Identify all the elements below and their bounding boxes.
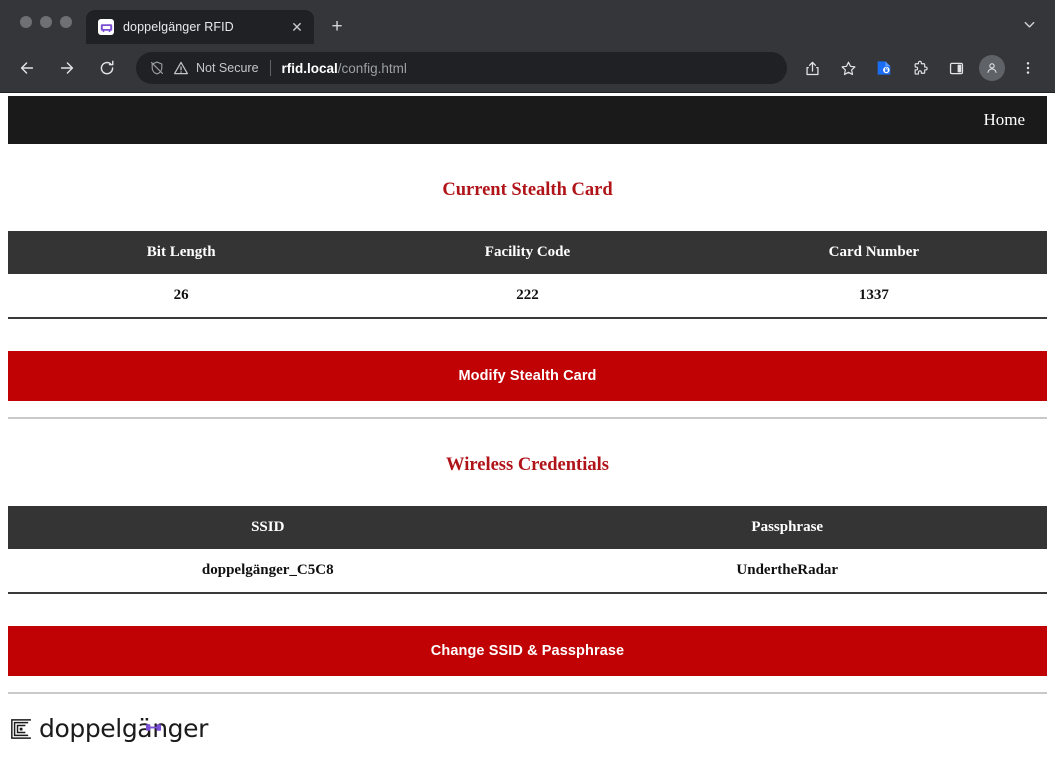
new-tab-button[interactable]: +	[323, 13, 351, 41]
tracking-protection-off-icon[interactable]	[148, 60, 165, 77]
side-panel-icon[interactable]	[941, 53, 971, 83]
rfid-coil-logo-icon	[10, 718, 32, 740]
bookmark-star-icon[interactable]	[833, 53, 863, 83]
stealth-card-table-wrap: Bit Length Facility Code Card Number 26 …	[8, 231, 1047, 319]
url-host: rfid.local	[281, 60, 338, 76]
window-maximize-button[interactable]	[60, 16, 72, 28]
browser-tab-active[interactable]: doppelgänger RFID ✕	[86, 10, 314, 44]
change-ssid-passphrase-button[interactable]: Change SSID & Passphrase	[8, 626, 1047, 676]
rfid-config-page: Home Current Stealth Card Bit Length Fac…	[0, 96, 1055, 778]
address-bar[interactable]: Not Secure rfid.local/config.html	[136, 52, 787, 84]
cell-ssid: doppelgänger_C5C8	[8, 549, 528, 594]
nav-link-home[interactable]: Home	[983, 110, 1025, 130]
column-header-passphrase: Passphrase	[527, 506, 1047, 549]
wireless-credentials-table: SSID Passphrase doppelgänger_C5C8 Undert…	[8, 506, 1047, 594]
three-dot-menu-icon[interactable]	[1013, 53, 1043, 83]
wireless-table-wrap: SSID Passphrase doppelgänger_C5C8 Undert…	[8, 506, 1047, 594]
reload-icon[interactable]	[91, 52, 123, 84]
modify-stealth-card-button[interactable]: Modify Stealth Card	[8, 351, 1047, 401]
stealth-card-table-body: 26 222 1337	[8, 274, 1047, 319]
omnibox-separator	[269, 60, 271, 76]
column-header-ssid: SSID	[8, 506, 528, 549]
page-viewport: Home Current Stealth Card Bit Length Fac…	[0, 92, 1055, 778]
wireless-table-body: doppelgänger_C5C8 UndertheRadar	[8, 549, 1047, 594]
window-close-button[interactable]	[20, 16, 32, 28]
tab-title: doppelgänger RFID	[123, 20, 234, 34]
footer-logo-word: doppelgänger	[39, 714, 208, 743]
table-header-row: SSID Passphrase	[8, 506, 1047, 549]
footer-logo-text: doppelgänger	[39, 716, 208, 741]
share-icon[interactable]	[797, 53, 827, 83]
tab-close-icon[interactable]: ✕	[288, 18, 306, 36]
rfid-antenna-umlaut-icon	[146, 710, 161, 731]
table-header-row: Bit Length Facility Code Card Number	[8, 231, 1047, 274]
column-header-bit-length: Bit Length	[8, 231, 355, 274]
profile-avatar-icon[interactable]	[979, 55, 1005, 81]
table-row: doppelgänger_C5C8 UndertheRadar	[8, 549, 1047, 594]
password-manager-icon[interactable]	[869, 53, 899, 83]
cell-passphrase: UndertheRadar	[527, 549, 1047, 594]
back-arrow-icon[interactable]	[11, 52, 43, 84]
window-traffic-lights	[0, 0, 86, 44]
wireless-table-head: SSID Passphrase	[8, 506, 1047, 549]
url-path: /config.html	[337, 60, 407, 76]
browser-window: doppelgänger RFID ✕ + Not Secure rfid.lo…	[0, 0, 1055, 778]
stealth-card-heading: Current Stealth Card	[442, 180, 613, 200]
browser-toolbar: Not Secure rfid.local/config.html	[0, 44, 1055, 92]
footer-logo: doppelgänger	[0, 694, 1055, 741]
url-text: rfid.local/config.html	[282, 61, 407, 76]
stealth-card-table-head: Bit Length Facility Code Card Number	[8, 231, 1047, 274]
cell-card-number: 1337	[700, 274, 1047, 319]
extensions-puzzle-icon[interactable]	[905, 53, 935, 83]
chevron-down-icon[interactable]	[1013, 8, 1045, 40]
forward-arrow-icon[interactable]	[51, 52, 83, 84]
security-status-label: Not Secure	[196, 61, 259, 75]
cell-bit-length: 26	[8, 274, 355, 319]
tab-strip: doppelgänger RFID ✕ +	[0, 0, 1055, 44]
column-header-card-number: Card Number	[700, 231, 1047, 274]
column-header-facility-code: Facility Code	[354, 231, 701, 274]
stealth-card-table: Bit Length Facility Code Card Number 26 …	[8, 231, 1047, 319]
cell-facility-code: 222	[354, 274, 701, 319]
rfid-tag-favicon	[98, 19, 114, 35]
wireless-credentials-heading: Wireless Credentials	[446, 455, 609, 475]
warning-triangle-icon	[172, 60, 189, 77]
site-navbar: Home	[8, 96, 1047, 144]
table-row: 26 222 1337	[8, 274, 1047, 319]
window-minimize-button[interactable]	[40, 16, 52, 28]
